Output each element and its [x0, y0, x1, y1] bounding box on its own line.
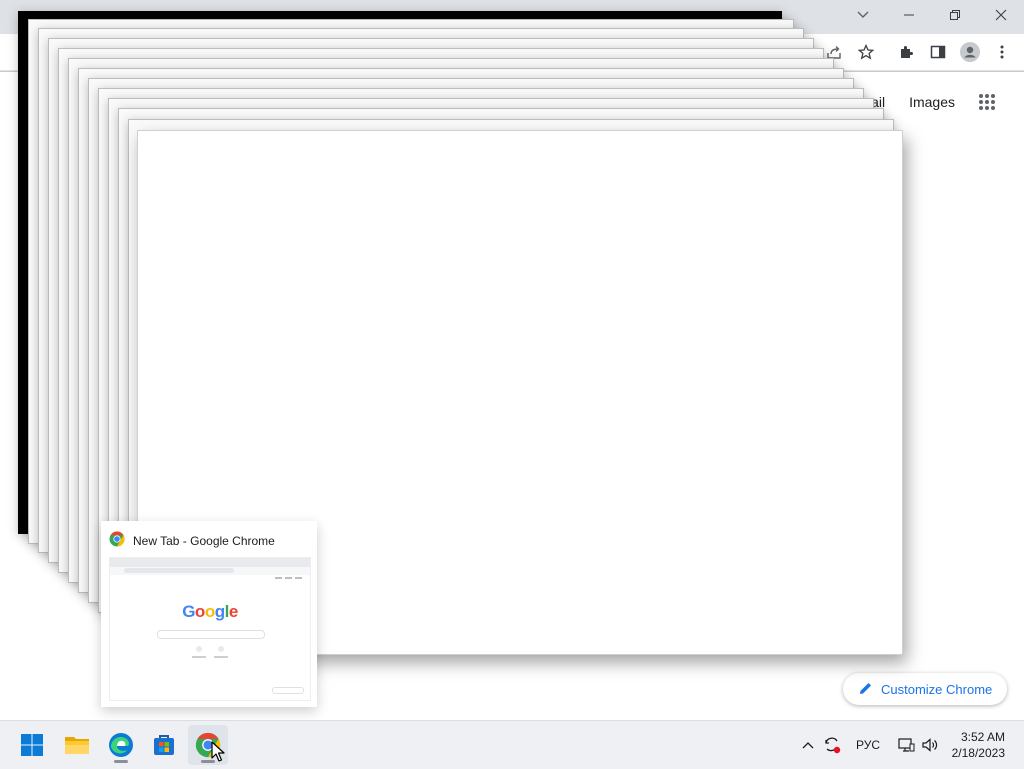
close-button[interactable] — [978, 0, 1024, 30]
mini-shortcut-label — [214, 656, 228, 658]
restore-button[interactable] — [932, 0, 978, 30]
taskbar-thumbnail-preview[interactable]: New Tab - Google Chrome Google — [101, 521, 317, 707]
menu-icon[interactable] — [990, 40, 1014, 64]
mini-shortcut — [218, 646, 224, 652]
network-icon[interactable] — [894, 733, 918, 757]
input-language-indicator[interactable]: РУС — [856, 738, 880, 752]
mini-customize-button — [272, 687, 304, 694]
mini-tabbar — [110, 558, 310, 567]
profile-icon[interactable] — [958, 40, 982, 64]
tab-search-icon[interactable] — [849, 4, 877, 26]
taskbar: РУС 3:52 AM 2/18/2023 — [0, 720, 1024, 769]
extensions-icon[interactable] — [894, 40, 918, 64]
clock-date: 2/18/2023 — [951, 746, 1005, 760]
images-link[interactable]: Images — [909, 94, 955, 110]
store-icon[interactable] — [144, 725, 184, 765]
edge-icon[interactable] — [101, 725, 141, 765]
pencil-icon — [859, 681, 873, 698]
apps-grid-icon[interactable] — [978, 93, 1000, 115]
show-hidden-icons-chevron-icon[interactable] — [796, 733, 820, 757]
customize-chrome-label: Customize Chrome — [881, 681, 993, 697]
system-tray: РУС — [796, 721, 942, 769]
taskbar-clock[interactable]: 3:52 AM 2/18/2023 — [952, 729, 1005, 761]
sync-alert-icon[interactable] — [820, 733, 844, 757]
mini-shortcut — [196, 646, 202, 652]
mini-search-box — [157, 630, 265, 639]
running-indicator — [114, 760, 128, 763]
mini-shortcut-label — [192, 656, 206, 658]
volume-icon[interactable] — [918, 733, 942, 757]
clock-time: 3:52 AM — [960, 730, 1005, 744]
customize-chrome-button[interactable]: Customize Chrome — [843, 673, 1007, 705]
thumbnail-page-preview: Google — [109, 557, 311, 701]
mini-google-logo: Google — [182, 602, 238, 621]
mini-header-links — [275, 577, 302, 579]
minimize-button[interactable] — [886, 0, 932, 30]
folder-icon[interactable] — [57, 725, 97, 765]
side-panel-icon[interactable] — [926, 40, 950, 64]
mini-omnibox — [124, 568, 234, 573]
mouse-cursor-icon — [211, 741, 225, 768]
thumbnail-title: New Tab - Google Chrome — [133, 533, 275, 548]
bookmark-star-icon[interactable] — [854, 40, 878, 64]
windows-start-icon[interactable] — [12, 725, 52, 765]
chrome-icon — [109, 531, 125, 550]
